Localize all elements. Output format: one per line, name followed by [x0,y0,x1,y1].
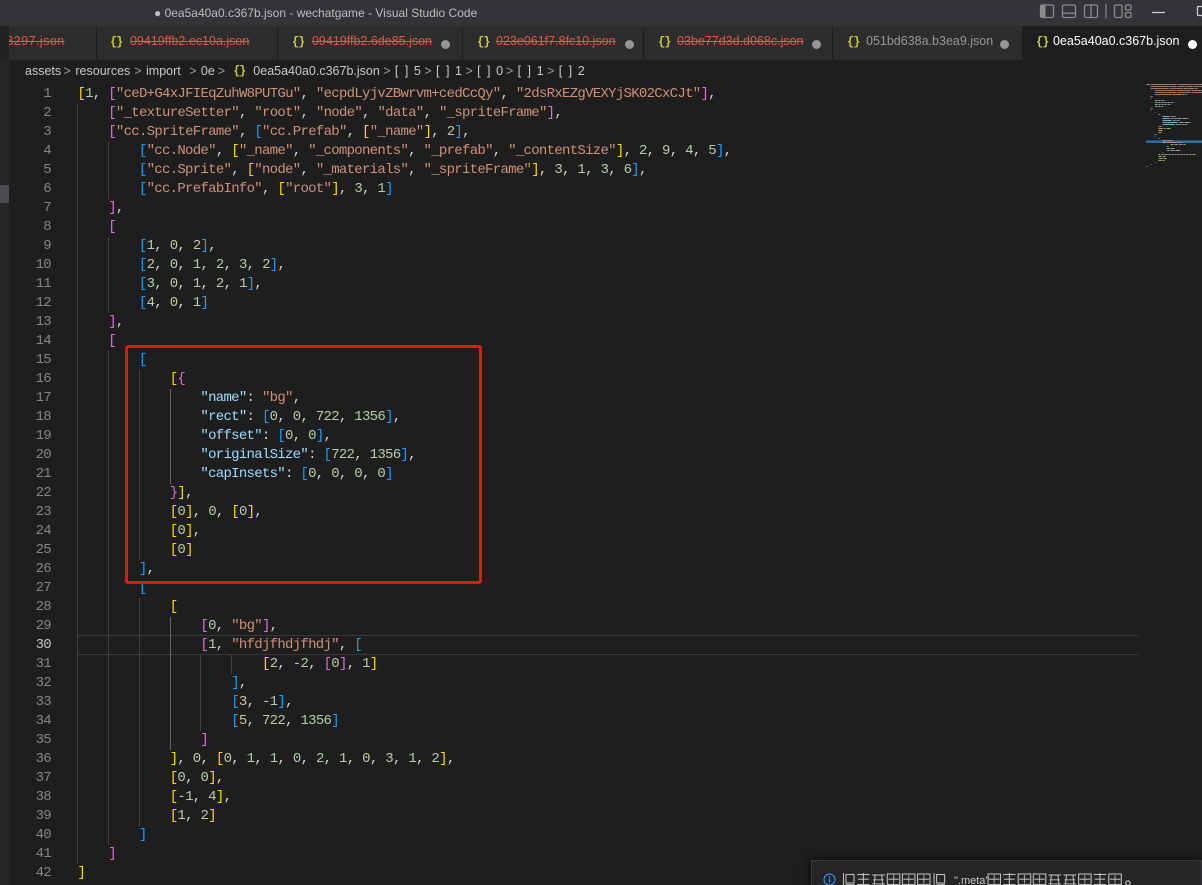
svg-text:".meta": ".meta" [954,875,989,885]
